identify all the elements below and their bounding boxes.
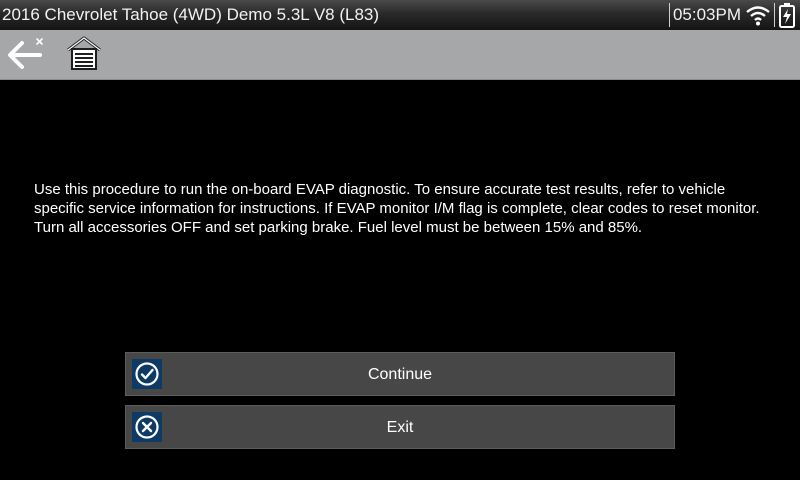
continue-button[interactable]: Continue xyxy=(125,352,675,396)
exit-label: Exit xyxy=(386,419,414,436)
wifi-icon xyxy=(745,3,771,27)
back-button[interactable] xyxy=(4,34,48,76)
instructions-text: Use this procedure to run the on-board E… xyxy=(34,181,760,236)
battery-charging-icon xyxy=(778,2,796,28)
vehicle-title: 2016 Chevrolet Tahoe (4WD) Demo 5.3L V8 … xyxy=(2,5,380,24)
continue-label: Continue xyxy=(367,366,433,383)
status-area: 05:03PM xyxy=(666,0,800,30)
status-divider xyxy=(668,3,670,27)
clock: 05:03PM xyxy=(672,5,741,24)
title-bar: 2016 Chevrolet Tahoe (4WD) Demo 5.3L V8 … xyxy=(0,0,800,30)
toolbar xyxy=(0,30,800,80)
status-divider xyxy=(774,3,775,27)
home-icon xyxy=(64,35,104,76)
exit-button[interactable]: Exit xyxy=(125,405,675,449)
back-arrow-icon xyxy=(6,36,46,75)
home-button[interactable] xyxy=(62,34,106,76)
